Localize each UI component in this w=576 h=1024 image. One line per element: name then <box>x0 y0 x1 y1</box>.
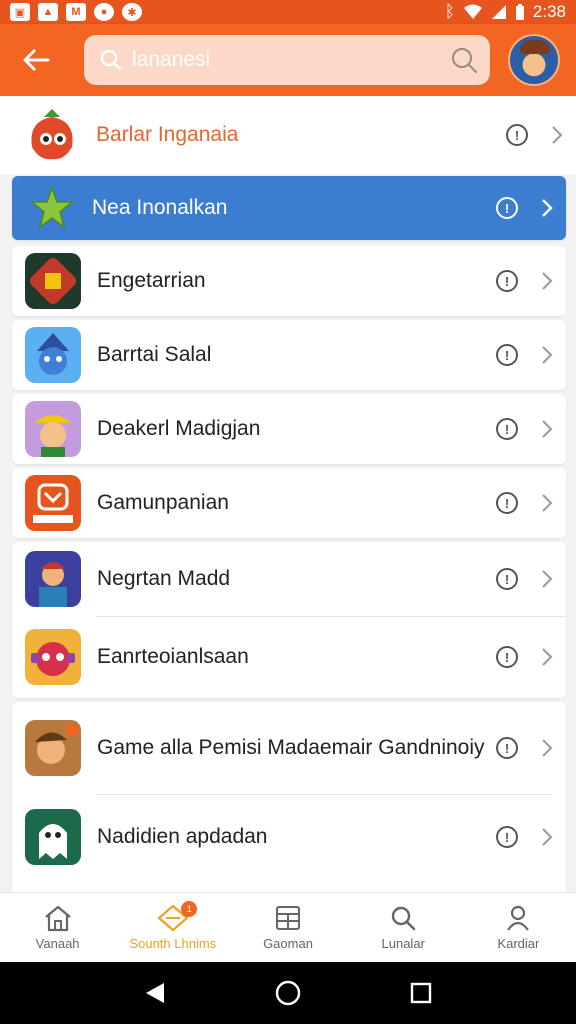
red-badge-icon <box>25 475 81 531</box>
chevron-right-icon <box>540 271 554 291</box>
info-icon[interactable]: ! <box>496 737 518 759</box>
arrow-left-icon <box>23 49 50 71</box>
info-icon[interactable]: ! <box>496 344 518 366</box>
item-title: Engetarrian <box>97 269 206 292</box>
wifi-icon <box>463 4 482 19</box>
notification-icons: ▣ ▲ M ● ✱ <box>10 3 142 21</box>
gallery-icon: ▣ <box>10 3 30 21</box>
nav-label: Vanaah <box>35 936 80 951</box>
nav-label: Kardiar <box>497 936 540 951</box>
profile-icon <box>507 905 530 931</box>
info-icon[interactable]: ! <box>496 568 518 590</box>
info-icon[interactable]: ! <box>496 492 518 514</box>
chevron-right-icon <box>540 493 554 513</box>
item-title: Deakerl Madigjan <box>97 417 261 440</box>
grid-icon <box>276 906 300 930</box>
armored-hero-icon <box>25 551 81 607</box>
nav-lunalar[interactable]: Lunalar <box>346 893 461 962</box>
magnifier-icon[interactable] <box>450 46 478 74</box>
list-item[interactable]: Game alla Pemisi Madaemair Gandninoiy ! <box>12 702 566 794</box>
image-icon: ▲ <box>38 3 58 21</box>
settings-icon: ✱ <box>122 3 142 21</box>
item-title: Game alla Pemisi Madaemair Gandninoiy <box>97 736 485 759</box>
chevron-right-icon <box>540 738 554 758</box>
info-icon[interactable]: ! <box>496 197 518 219</box>
search-icon <box>100 49 122 71</box>
list-item[interactable]: Barlar Inganaia ! <box>0 96 576 174</box>
item-title: Barrtai Salal <box>97 343 212 366</box>
bluetooth-icon: ᛒ <box>444 2 455 21</box>
clock: 2:38 <box>532 2 566 21</box>
battery-icon <box>515 3 524 20</box>
back-triangle-icon[interactable] <box>144 981 166 1005</box>
chevron-right-icon <box>540 647 554 667</box>
record-icon: ● <box>94 3 114 21</box>
chevron-right-icon <box>540 345 554 365</box>
list-item-selected[interactable]: Nea Inonalkan ! <box>12 176 566 240</box>
search-bar[interactable] <box>84 35 490 85</box>
nav-label: Sounth Lhnims <box>129 936 217 951</box>
list-item[interactable]: Engetarrian ! <box>12 246 566 316</box>
nav-home[interactable]: Vanaah <box>0 893 115 962</box>
item-title: Negrtan Madd <box>97 567 231 590</box>
red-mask-icon <box>25 629 81 685</box>
list-item[interactable]: Eanrteoianlsaan ! <box>12 617 566 697</box>
chevron-right-icon <box>540 569 554 589</box>
chevron-right-icon <box>540 198 554 218</box>
signal-icon <box>491 5 506 19</box>
list-group: Game alla Pemisi Madaemair Gandninoiy ! … <box>12 702 566 892</box>
info-icon[interactable]: ! <box>496 270 518 292</box>
blue-wizard-icon <box>25 327 81 383</box>
nav-gaoman[interactable]: Gaoman <box>230 893 345 962</box>
back-button[interactable] <box>0 24 72 96</box>
chevron-right-icon <box>550 125 564 145</box>
item-title: Nadidien apdadan <box>97 825 268 848</box>
list-item[interactable]: Gamunpanian ! <box>12 468 566 538</box>
strawberry-character-icon <box>24 107 80 163</box>
list-item[interactable]: Nadidien apdadan ! <box>12 795 566 879</box>
green-star-icon <box>30 186 74 230</box>
item-title: Barlar Inganaia <box>96 123 239 146</box>
nav-label: Lunalar <box>381 936 425 951</box>
bottom-nav: Vanaah 1 Sounth Lhnims Gaoman Lunalar Ka… <box>0 892 576 962</box>
status-bar: ▣ ▲ M ● ✱ ᛒ 2:38 <box>0 0 576 24</box>
item-title: Eanrteoianlsaan <box>97 645 249 668</box>
nav-search-lhnims[interactable]: 1 Sounth Lhnims <box>115 893 230 962</box>
warrior-icon <box>25 720 81 776</box>
chevron-right-icon <box>540 419 554 439</box>
recents-square-icon[interactable] <box>410 982 432 1004</box>
yellow-hat-character-icon <box>25 401 81 457</box>
item-title: Nea Inonalkan <box>92 196 228 219</box>
info-icon[interactable]: ! <box>496 826 518 848</box>
notification-badge: 1 <box>181 901 198 917</box>
chevron-right-icon <box>540 827 554 847</box>
search-input[interactable] <box>122 48 450 72</box>
game-controller-icon <box>25 253 81 309</box>
list-item[interactable]: Negrtan Madd ! <box>12 542 566 616</box>
nav-kardiar[interactable]: Kardiar <box>461 893 576 962</box>
avatar[interactable] <box>508 34 560 86</box>
info-icon[interactable]: ! <box>506 124 528 146</box>
list-group: Negrtan Madd ! Eanrteoianlsaan ! <box>12 542 566 698</box>
search-icon <box>392 906 416 931</box>
home-circle-icon[interactable] <box>275 980 301 1006</box>
info-icon[interactable]: ! <box>496 646 518 668</box>
info-icon[interactable]: ! <box>496 418 518 440</box>
nav-label: Gaoman <box>263 936 313 951</box>
list-item[interactable]: Deakerl Madigjan ! <box>12 394 566 464</box>
list-item[interactable]: Barrtai Salal ! <box>12 320 566 390</box>
system-nav-bar <box>0 962 576 1024</box>
home-icon <box>44 905 71 932</box>
app-list: Barlar Inganaia ! Nea Inonalkan ! Engeta… <box>0 96 576 892</box>
item-title: Gamunpanian <box>97 491 229 514</box>
mail-icon: M <box>66 3 86 21</box>
app-bar <box>0 24 576 96</box>
white-ghost-icon <box>25 809 81 865</box>
